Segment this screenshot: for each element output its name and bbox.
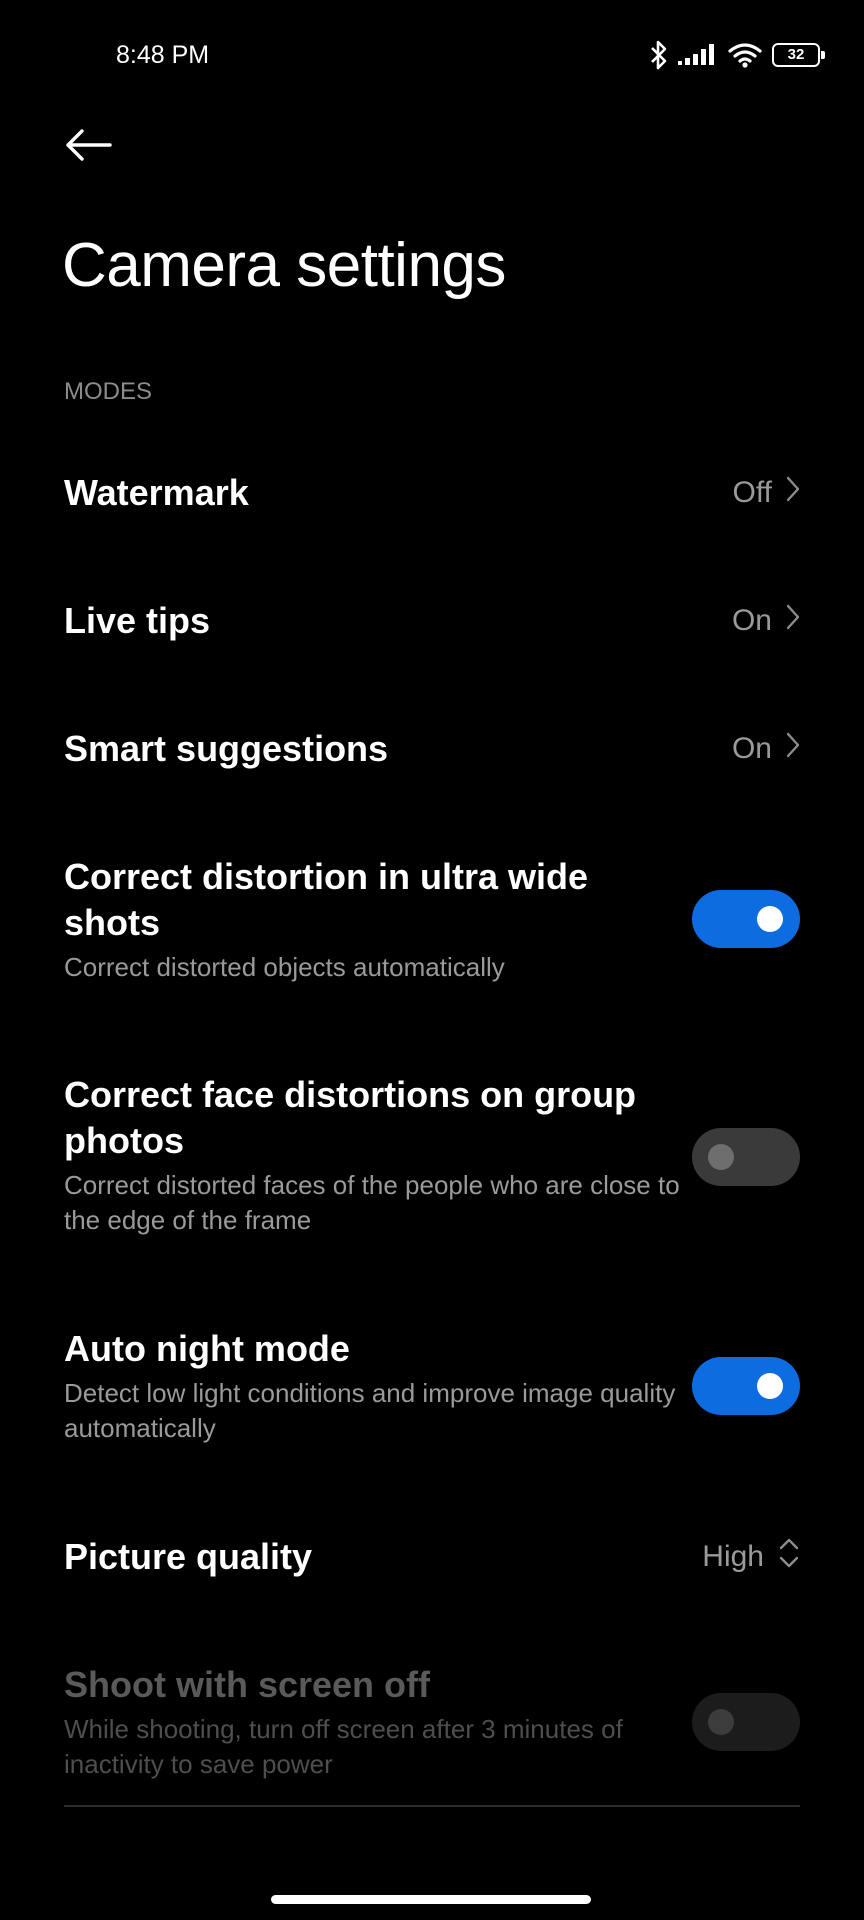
battery-icon: 32: [772, 43, 825, 67]
chevron-right-icon: [772, 476, 800, 510]
chevron-right-icon: [772, 604, 800, 638]
chevron-right-icon: [772, 732, 800, 766]
value-text: Off: [732, 476, 772, 509]
setting-value: On: [732, 726, 800, 772]
toggle-knob: [708, 1144, 734, 1170]
setting-title: Correct distortion in ultra wide shots: [64, 856, 589, 943]
back-button[interactable]: [58, 122, 118, 172]
auto-night-mode-toggle[interactable]: [692, 1357, 800, 1415]
setting-description: Correct distorted faces of the people wh…: [64, 1170, 680, 1235]
setting-description: Correct distorted objects automatically: [64, 952, 505, 982]
setting-shoot-screen-off: Shoot with screen off While shooting, tu…: [64, 1662, 800, 1782]
setting-ultra-wide-distortion[interactable]: Correct distortion in ultra wide shots C…: [64, 854, 800, 985]
value-text: On: [731, 732, 772, 765]
setting-auto-night-mode[interactable]: Auto night mode Detect low light conditi…: [64, 1326, 800, 1446]
setting-title: Shoot with screen off: [64, 1664, 431, 1705]
wifi-icon: [728, 42, 762, 68]
setting-title: Watermark: [64, 472, 249, 513]
toggle-knob: [708, 1709, 734, 1735]
setting-picture-quality[interactable]: Picture quality High: [64, 1534, 800, 1580]
shoot-screen-off-toggle: [692, 1693, 800, 1751]
bluetooth-icon: [650, 40, 668, 70]
toggle-knob: [757, 906, 783, 932]
ultra-wide-distortion-toggle[interactable]: [692, 890, 800, 948]
setting-title: Smart suggestions: [64, 728, 389, 769]
divider: [64, 1805, 800, 1807]
setting-watermark[interactable]: Watermark Off: [64, 470, 800, 516]
setting-value: High: [702, 1534, 800, 1580]
setting-value: On: [732, 598, 800, 644]
cellular-signal-icon: [678, 42, 718, 68]
status-time: 8:48 PM: [116, 41, 210, 69]
setting-title: Auto night mode: [64, 1328, 350, 1369]
setting-description: While shooting, turn off screen after 3 …: [64, 1714, 623, 1779]
value-text: On: [731, 604, 772, 637]
setting-live-tips[interactable]: Live tips On: [64, 598, 800, 644]
face-distortion-toggle[interactable]: [692, 1128, 800, 1186]
battery-level: 32: [787, 46, 805, 63]
setting-value: Off: [733, 470, 800, 516]
setting-title: Picture quality: [64, 1536, 313, 1577]
status-bar: 8:48 PM 32: [0, 0, 864, 110]
toggle-knob: [757, 1373, 783, 1399]
status-icons: 32: [640, 38, 825, 72]
setting-title: Correct face distortions on group photos: [64, 1074, 637, 1161]
chevron-up-down-icon: [764, 1536, 800, 1578]
setting-face-distortion[interactable]: Correct face distortions on group photos…: [64, 1072, 800, 1238]
page-title: Camera settings: [62, 231, 506, 300]
section-header-modes: MODES: [64, 378, 153, 405]
setting-smart-suggestions[interactable]: Smart suggestions On: [64, 726, 800, 772]
value-text: High: [702, 1540, 764, 1573]
setting-title: Live tips: [64, 600, 211, 641]
setting-description: Detect low light conditions and improve …: [64, 1378, 676, 1443]
home-indicator[interactable]: [271, 1895, 591, 1904]
arrow-left-icon: [64, 128, 112, 166]
